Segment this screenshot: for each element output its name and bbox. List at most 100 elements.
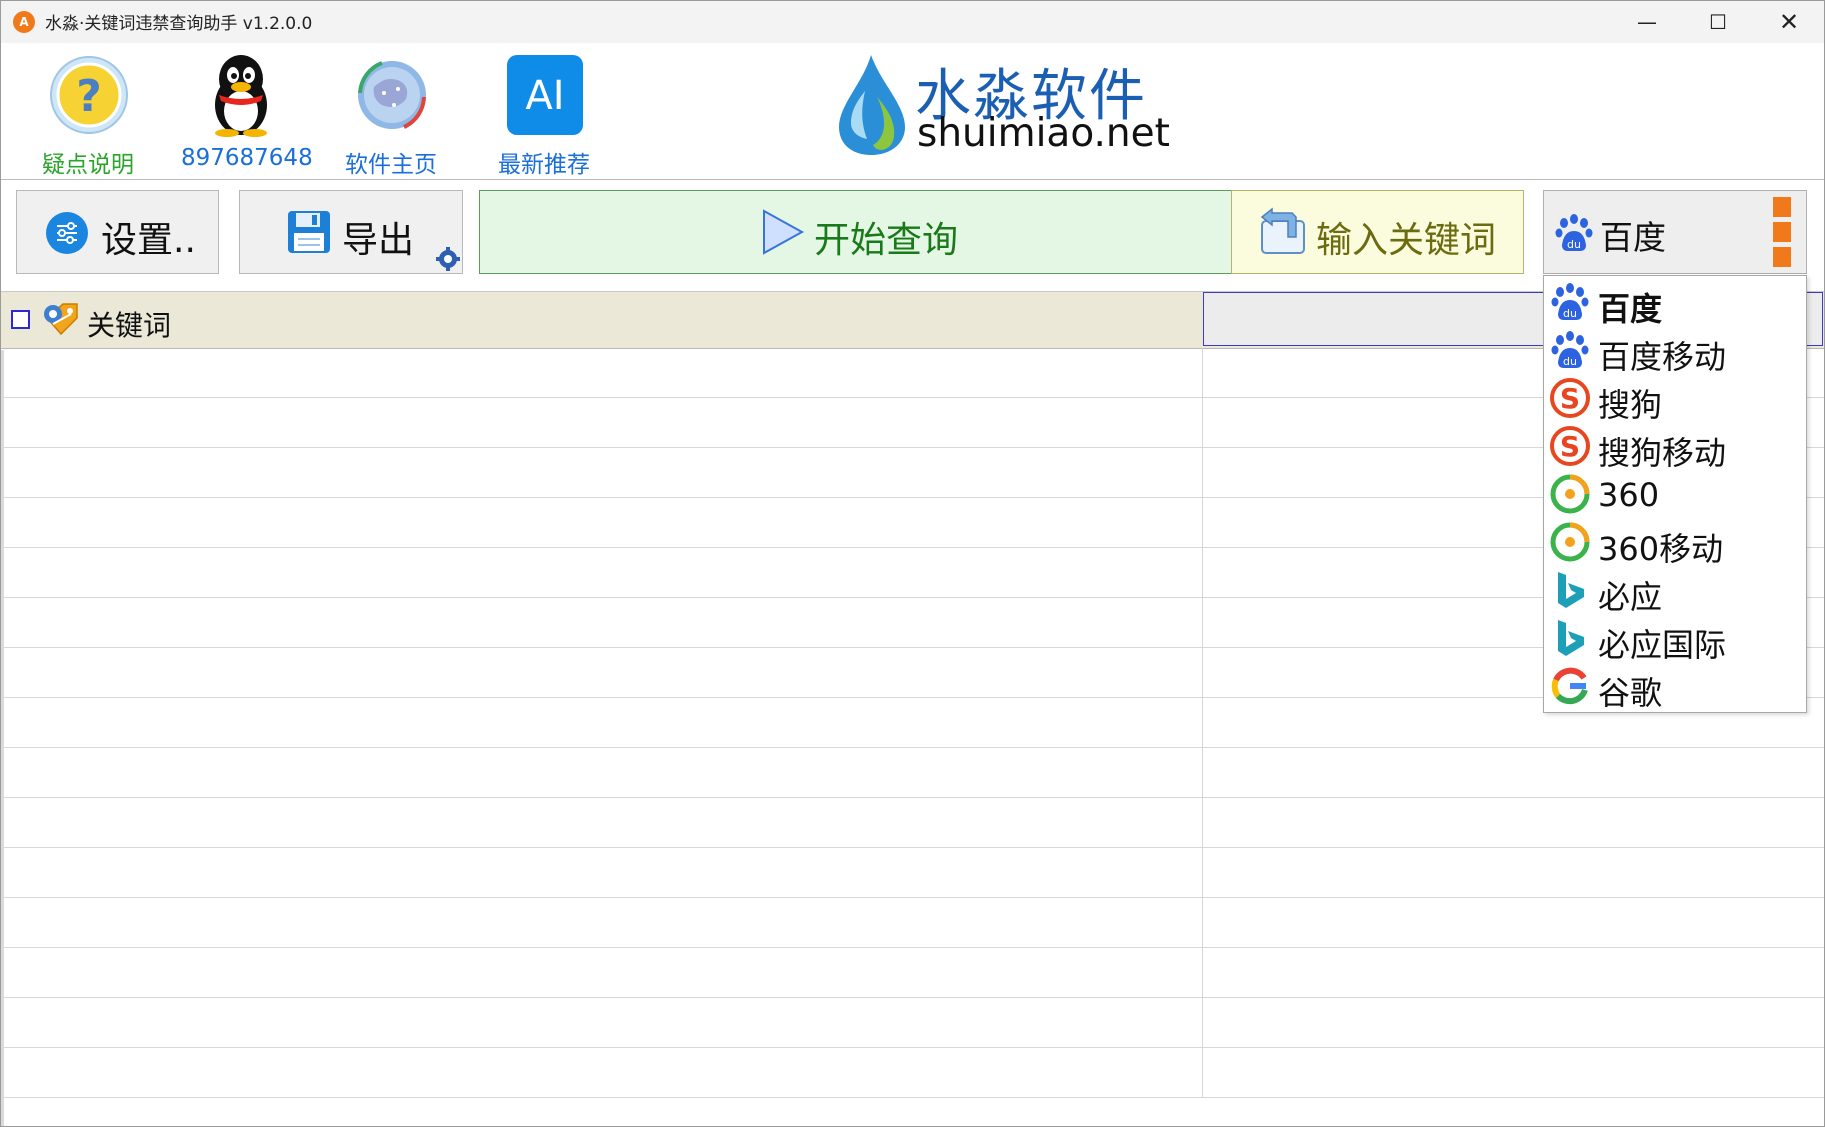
svg-text:du: du [1563,307,1577,320]
column-divider [1202,548,1203,597]
logo-en-text: shuimiao.net [917,111,1170,156]
svg-text:du: du [1567,238,1581,251]
svg-text:du: du [1563,355,1577,368]
table-row[interactable] [1,798,1824,848]
start-query-label: 开始查询 [814,220,959,261]
settings-sliders-icon [46,212,88,254]
engine-option-360[interactable]: 360 [1544,470,1806,518]
window-title: 水淼·关键词违禁查询助手 v1.2.0.0 [45,14,313,34]
export-button[interactable]: 导出 [239,190,463,274]
import-arrow-icon [1260,207,1305,254]
baidu-paw-icon: du [1551,283,1589,320]
toolbar-divider [1,179,1824,180]
keyword-column-header: 关键词 [87,309,172,342]
table-row[interactable] [1,1048,1824,1098]
engine-option-sogou-mobile[interactable]: S 搜狗移动 [1544,422,1806,472]
engine-option-label: 谷歌 [1598,674,1663,712]
baidu-paw-icon: du [1551,331,1589,368]
gear-icon[interactable] [436,247,460,271]
so360-icon [1550,474,1590,514]
app-window: A 水淼·关键词违禁查询助手 v1.2.0.0 — ☐ ✕ ? 疑点说明 897… [0,0,1825,1127]
table-row[interactable] [1,748,1824,798]
bing-icon [1558,620,1584,656]
engine-dropdown-handle[interactable] [1773,197,1791,267]
globe-icon [358,61,426,129]
engine-selected-label: 百度 [1600,218,1666,257]
engine-option-google[interactable]: 谷歌 [1544,662,1806,712]
column-divider [1202,598,1203,647]
qq-number-label: 897687648 [181,145,313,171]
sogou-icon: S [1550,426,1590,466]
brand-logo: 水淼软件 shuimiao.net [833,53,1170,157]
water-drop-icon [839,55,905,155]
column-divider [1202,398,1203,447]
engine-option-baidu[interactable]: du 百度 [1544,278,1806,328]
sogou-icon: S [1550,378,1590,418]
qq-penguin-icon [215,55,267,137]
bing-icon [1558,572,1584,608]
homepage-label: 软件主页 [345,152,437,178]
column-divider [1202,998,1203,1047]
save-disk-icon [288,211,330,253]
svg-text:?: ? [76,71,102,122]
settings-label: 设置.. [101,220,196,261]
engine-option-bing[interactable]: 必应 [1544,566,1806,616]
engine-option-label: 360移动 [1598,530,1724,568]
table-row[interactable] [1,898,1824,948]
table-row[interactable] [1,848,1824,898]
help-question-icon: ? [50,56,128,134]
engine-dropdown-list: du 百度 du 百度移动 S 搜狗 S 搜狗移动 360 360移动 必应 必… [1543,275,1807,713]
settings-button[interactable]: 设置.. [16,190,219,274]
engine-option-baidu-mobile[interactable]: du 百度移动 [1544,326,1806,376]
play-icon [763,209,805,255]
engine-option-label: 百度移动 [1598,338,1727,376]
app-logo-icon: A [13,11,35,33]
title-bar: A 水淼·关键词违禁查询助手 v1.2.0.0 — ☐ ✕ [1,1,1824,43]
input-keywords-label: 输入关键词 [1316,220,1497,261]
select-all-checkbox[interactable] [11,310,30,329]
homepage-button[interactable]: 软件主页 [332,53,450,179]
google-icon [1551,667,1588,705]
column-divider [1202,748,1203,797]
engine-select[interactable]: du 百度 [1543,190,1807,274]
baidu-paw-icon: du [1555,214,1593,251]
column-divider [1202,698,1203,747]
svg-text:S: S [1560,382,1580,415]
maximize-button[interactable]: ☐ [1683,1,1753,43]
tag-gear-icon [44,303,78,336]
start-query-button[interactable]: 开始查询 [479,190,1232,274]
minimize-button[interactable]: — [1612,1,1682,43]
table-row[interactable] [1,948,1824,998]
engine-option-bing-intl[interactable]: 必应国际 [1544,614,1806,664]
engine-option-label: 搜狗 [1598,386,1663,424]
engine-option-label: 360 [1598,476,1660,514]
column-divider [1202,798,1203,847]
engine-option-360-mobile[interactable]: 360移动 [1544,518,1806,568]
column-divider [1202,898,1203,947]
recommend-button[interactable]: AI 最新推荐 [485,53,603,179]
engine-option-label: 百度 [1598,290,1663,328]
so360-icon [1550,522,1590,562]
engine-option-sogou[interactable]: S 搜狗 [1544,374,1806,424]
column-divider [1202,948,1203,997]
svg-text:S: S [1560,430,1580,463]
qq-button[interactable]: 897687648 [181,53,313,179]
table-row[interactable] [1,998,1824,1048]
column-divider [1202,1048,1203,1097]
engine-option-label: 搜狗移动 [1598,434,1727,472]
ai-icon-text: AI [525,73,564,119]
help-button[interactable]: ? 疑点说明 [29,53,147,179]
column-divider [1202,448,1203,497]
engine-option-label: 必应国际 [1598,626,1727,664]
input-keywords-button[interactable]: 输入关键词 [1231,190,1524,274]
column-divider [1202,498,1203,547]
engine-option-label: 必应 [1598,578,1663,616]
export-label: 导出 [342,220,415,261]
column-divider [1202,648,1203,697]
column-divider [1202,848,1203,897]
column-divider [1202,348,1203,397]
recommend-label: 最新推荐 [498,152,590,178]
close-button[interactable]: ✕ [1754,1,1824,43]
left-border-strip [1,350,4,1126]
ai-icon: AI [507,55,583,135]
